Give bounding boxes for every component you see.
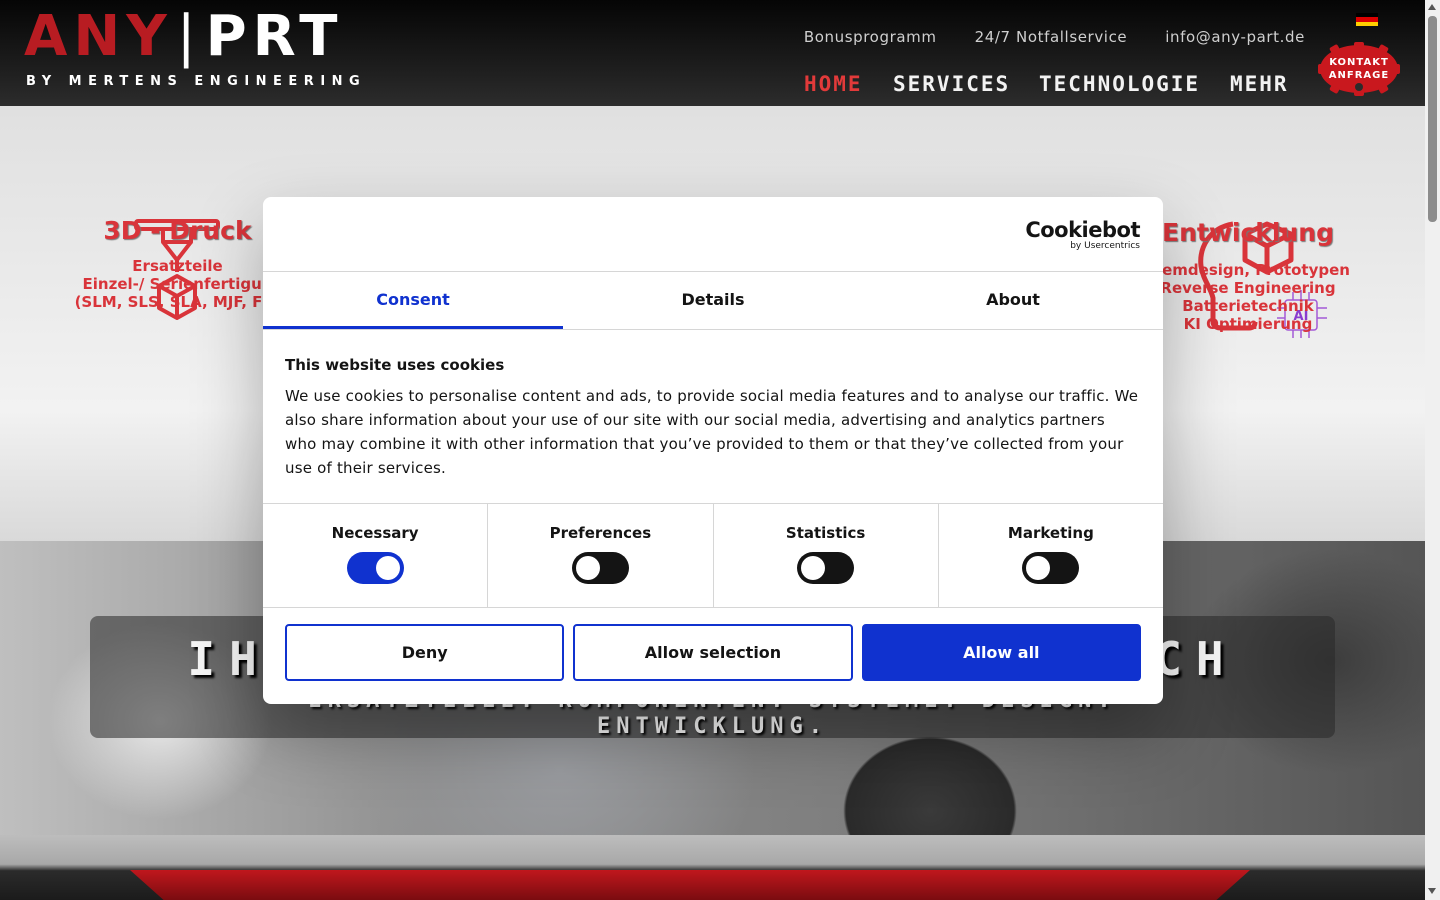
tab-consent[interactable]: Consent [263,272,563,329]
page-scrollbar[interactable] [1425,0,1440,900]
cookiebot-brand-sub: by Usercentrics [1070,241,1140,251]
dialog-tabs: Consent Details About [263,272,1163,330]
marketing-switch[interactable] [1022,552,1080,584]
dialog-header: Cookiebot by Usercentrics [263,197,1163,272]
toggle-label: Necessary [331,524,419,542]
switch-knob [375,556,400,580]
scroll-down-arrow-icon[interactable] [1428,888,1436,894]
consent-text: We use cookies to personalise content an… [285,387,1139,477]
cookiebot-logo[interactable]: Cookiebot by Usercentrics [1025,219,1140,251]
scroll-thumb[interactable] [1428,16,1437,222]
toggle-label: Preferences [549,524,652,542]
tab-about[interactable]: About [863,272,1163,329]
consent-toggles: Necessary Preferences Statistics Marketi… [263,504,1163,608]
allow-selection-button[interactable]: Allow selection [573,624,853,681]
scroll-up-arrow-icon[interactable] [1428,4,1436,10]
consent-title: This website uses cookies [285,356,505,374]
switch-knob [1026,556,1051,580]
toggle-statistics: Statistics [714,504,939,607]
switch-knob [575,556,600,580]
switch-knob [801,556,826,580]
toggle-preferences: Preferences [488,504,714,607]
consent-body: This website uses cookies We use cookies… [263,330,1163,504]
toggle-necessary: Necessary [263,504,489,607]
statistics-switch[interactable] [797,552,855,584]
cookiebot-brand: Cookiebot [1025,218,1140,242]
cookie-consent-dialog: Cookiebot by Usercentrics Consent Detail… [263,197,1163,704]
deny-button[interactable]: Deny [285,624,565,681]
toggle-label: Statistics [785,524,866,542]
consent-buttons: Deny Allow selection Allow all [263,608,1163,697]
tab-details[interactable]: Details [563,272,863,329]
necessary-switch[interactable] [346,552,404,584]
toggle-marketing: Marketing [939,504,1163,607]
allow-all-button[interactable]: Allow all [861,624,1141,681]
toggle-label: Marketing [1007,524,1094,542]
preferences-switch[interactable] [571,552,629,584]
